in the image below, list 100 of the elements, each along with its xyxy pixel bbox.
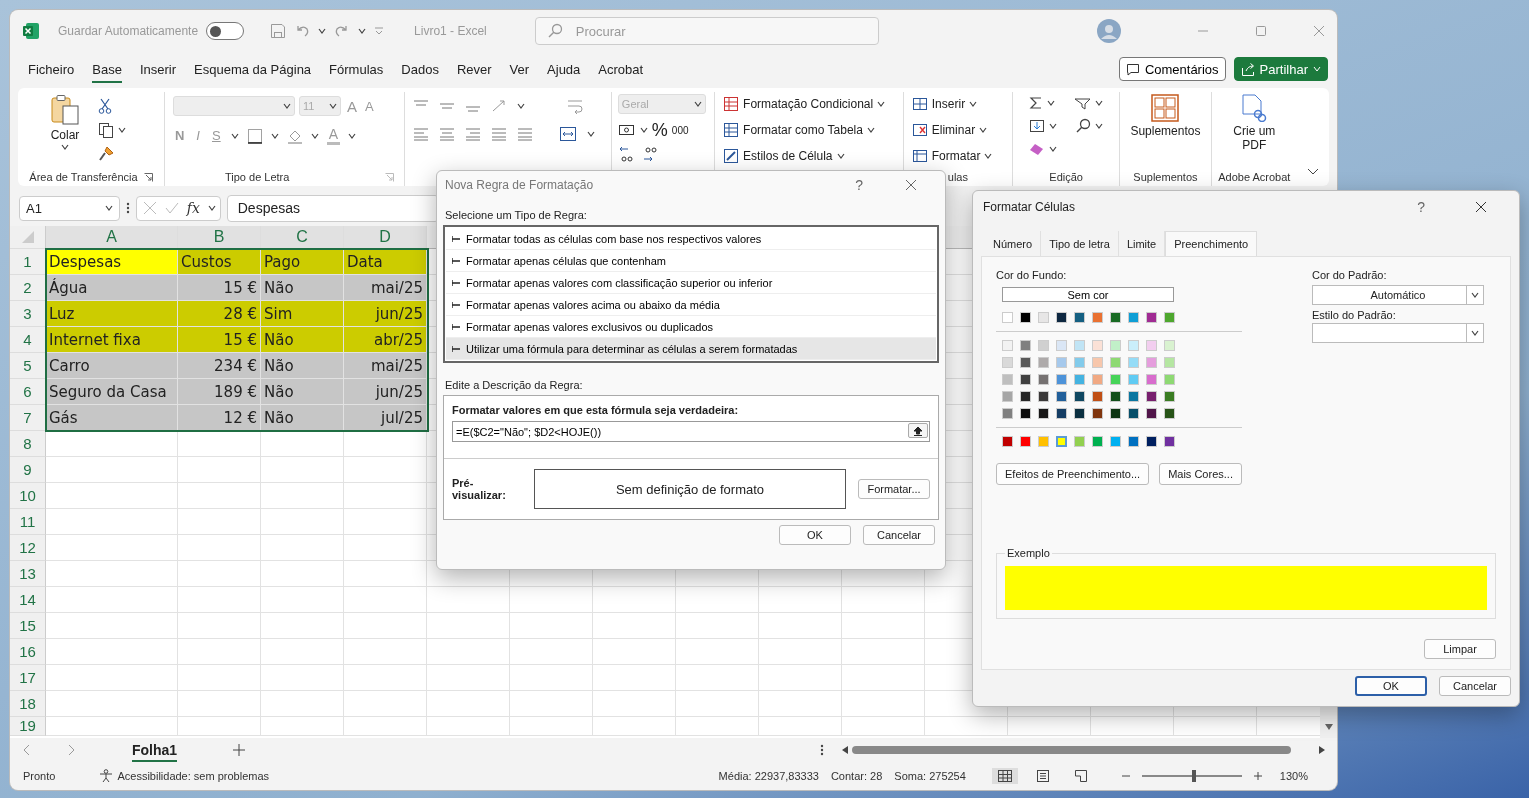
color-swatch[interactable]: [1074, 436, 1085, 447]
empty-cell[interactable]: [261, 561, 344, 587]
empty-cell[interactable]: [842, 665, 925, 691]
color-swatch[interactable]: [1020, 408, 1031, 419]
zoom-in-icon[interactable]: [1253, 772, 1262, 780]
row-header[interactable]: 6: [10, 379, 46, 405]
color-swatch[interactable]: [1146, 436, 1157, 447]
empty-cell[interactable]: [261, 717, 344, 736]
color-swatch[interactable]: [1002, 312, 1013, 323]
table-cell[interactable]: 189 €: [178, 379, 261, 405]
empty-cell[interactable]: [759, 717, 842, 736]
sort-filter-icon[interactable]: [1073, 96, 1091, 110]
comments-button[interactable]: Comentários: [1118, 57, 1226, 81]
color-swatch[interactable]: [1020, 391, 1031, 402]
empty-cell[interactable]: [842, 639, 925, 665]
caret-icon[interactable]: [348, 132, 356, 139]
scrollbar-thumb[interactable]: [851, 746, 1291, 754]
row-header[interactable]: 4: [10, 327, 46, 353]
add-sheet-icon[interactable]: [233, 744, 246, 756]
empty-cell[interactable]: [261, 535, 344, 561]
color-swatch[interactable]: [1110, 374, 1121, 385]
empty-cell[interactable]: [1174, 717, 1257, 736]
caret-icon[interactable]: [639, 127, 648, 133]
color-swatch[interactable]: [1092, 357, 1103, 368]
color-swatch[interactable]: [1020, 312, 1031, 323]
caret-icon[interactable]: [207, 205, 216, 211]
empty-cell[interactable]: [1091, 717, 1174, 736]
table-cell[interactable]: jun/25: [344, 301, 427, 327]
color-swatch[interactable]: [1092, 340, 1103, 351]
empty-cell[interactable]: [178, 613, 261, 639]
caret-icon[interactable]: [866, 127, 875, 133]
color-swatch[interactable]: [1164, 340, 1175, 351]
empty-cell[interactable]: [676, 717, 759, 736]
empty-cell[interactable]: [759, 639, 842, 665]
empty-cell[interactable]: [261, 587, 344, 613]
empty-cell[interactable]: [593, 691, 676, 717]
table-cell[interactable]: Internet fixa: [46, 327, 178, 353]
table-cell[interactable]: jun/25: [344, 379, 427, 405]
empty-cell[interactable]: [427, 691, 510, 717]
row-header[interactable]: 15: [10, 613, 46, 639]
table-cell[interactable]: Data: [344, 249, 427, 275]
table-cell[interactable]: Água: [46, 275, 178, 301]
color-swatch[interactable]: [1038, 374, 1049, 385]
color-swatch[interactable]: [1074, 340, 1085, 351]
ok-button[interactable]: OK: [779, 525, 851, 545]
no-color-button[interactable]: Sem cor: [1002, 287, 1174, 302]
check-icon[interactable]: [164, 201, 179, 215]
color-swatch[interactable]: [1110, 436, 1121, 447]
color-swatch[interactable]: [1002, 408, 1013, 419]
close-icon[interactable]: [905, 179, 917, 191]
color-swatch[interactable]: [1020, 436, 1031, 447]
empty-cell[interactable]: [593, 639, 676, 665]
empty-cell[interactable]: [842, 587, 925, 613]
empty-cell[interactable]: [925, 717, 1008, 736]
row-header[interactable]: 8: [10, 431, 46, 457]
table-cell[interactable]: Pago: [261, 249, 344, 275]
color-swatch[interactable]: [1038, 340, 1049, 351]
empty-cell[interactable]: [676, 639, 759, 665]
cells-menu-button[interactable]: Eliminar: [911, 120, 988, 140]
caret-icon[interactable]: [328, 103, 337, 109]
styles-menu-button[interactable]: Formatar como Tabela: [723, 120, 875, 140]
empty-cell[interactable]: [344, 457, 427, 483]
color-swatch[interactable]: [1038, 312, 1049, 323]
empty-cell[interactable]: [344, 639, 427, 665]
zoom-out-icon[interactable]: [1121, 772, 1130, 780]
increase-decimal-icon[interactable]: [617, 146, 634, 162]
caret-icon[interactable]: [310, 132, 319, 139]
empty-cell[interactable]: [593, 665, 676, 691]
color-swatch[interactable]: [1002, 357, 1013, 368]
color-swatch[interactable]: [1074, 408, 1085, 419]
align-center-icon[interactable]: [439, 127, 456, 141]
sheet-tab[interactable]: Folha1: [126, 740, 184, 760]
borders-icon[interactable]: [246, 127, 263, 144]
empty-cell[interactable]: [344, 561, 427, 587]
row-header[interactable]: 5: [10, 353, 46, 379]
empty-cell[interactable]: [178, 483, 261, 509]
caret-icon[interactable]: [104, 205, 113, 211]
color-swatch[interactable]: [1020, 340, 1031, 351]
color-swatch[interactable]: [1002, 340, 1013, 351]
autosum-icon[interactable]: [1029, 96, 1043, 110]
empty-cell[interactable]: [676, 691, 759, 717]
empty-cell[interactable]: [676, 665, 759, 691]
color-swatch[interactable]: [1092, 374, 1103, 385]
color-swatch[interactable]: [1146, 391, 1157, 402]
empty-cell[interactable]: [261, 431, 344, 457]
zoom-slider-thumb[interactable]: [1191, 770, 1196, 782]
row-header[interactable]: 7: [10, 405, 46, 431]
table-cell[interactable]: Não: [261, 379, 344, 405]
empty-cell[interactable]: [344, 613, 427, 639]
zoom-level[interactable]: 130%: [1279, 770, 1308, 782]
merge-cells-icon[interactable]: [559, 126, 578, 142]
color-swatch[interactable]: [1128, 374, 1139, 385]
styles-menu-button[interactable]: Estilos de Célula: [723, 146, 845, 166]
empty-cell[interactable]: [344, 483, 427, 509]
row-header[interactable]: 14: [10, 587, 46, 613]
scroll-left-icon[interactable]: [841, 746, 848, 754]
row-header[interactable]: 17: [10, 665, 46, 691]
empty-cell[interactable]: [842, 613, 925, 639]
styles-menu-button[interactable]: Formatação Condicional: [723, 94, 886, 114]
decrease-decimal-icon[interactable]: [641, 146, 658, 162]
